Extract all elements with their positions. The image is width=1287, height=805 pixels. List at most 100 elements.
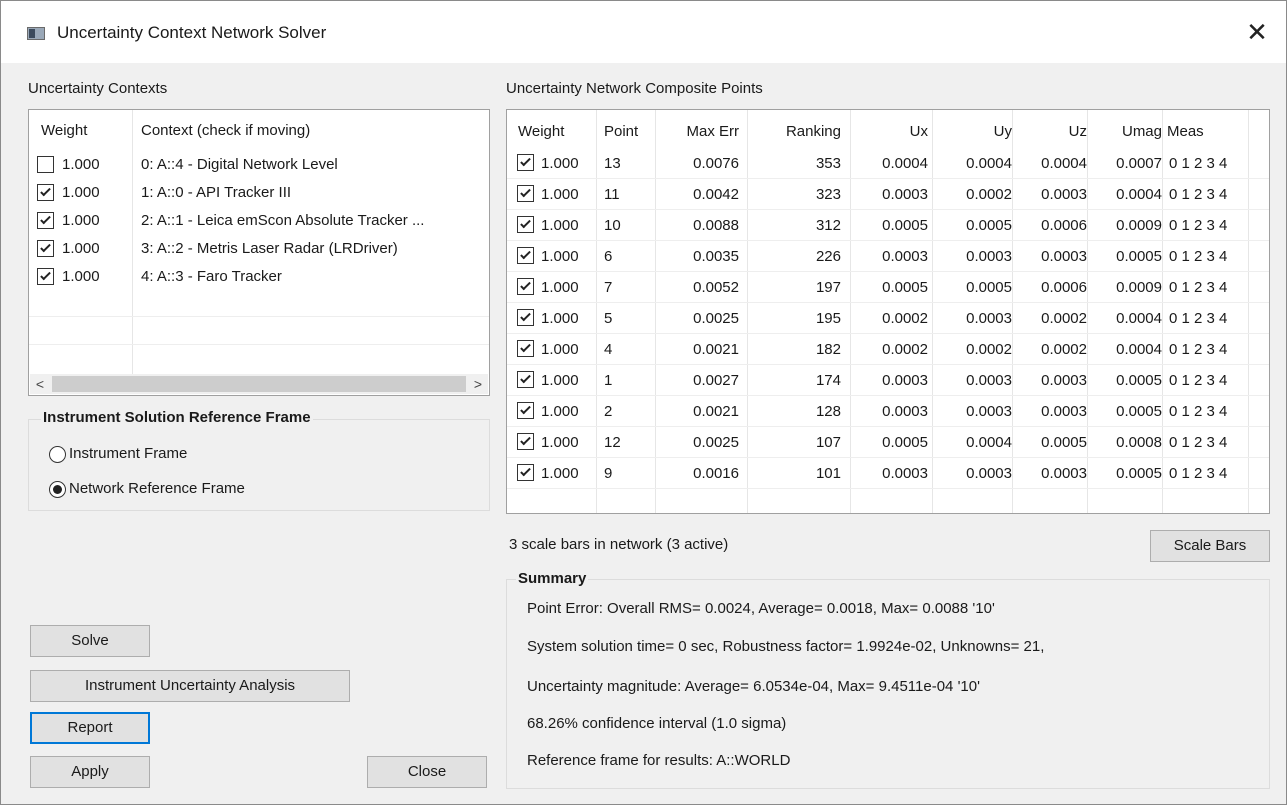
apply-button[interactable]: Apply	[30, 756, 150, 788]
context-row[interactable]: 1.000 2: A::1 - Leica emScon Absolute Tra…	[29, 206, 489, 237]
point-row[interactable]: 1.000 2 0.0021 128 0.0003 0.0003 0.0003 0.0005 0…	[507, 396, 1269, 427]
point-row[interactable]: 1.000 10 0.0088 312 0.0005 0.0005 0.0006 0.0009…	[507, 210, 1269, 241]
contexts-header-context[interactable]: Context (check if moving)	[141, 122, 310, 139]
point-include-checkbox[interactable]	[517, 402, 534, 419]
context-row[interactable]: 1.000 4: A::3 - Faro Tracker	[29, 262, 489, 293]
points-header-uz[interactable]: Uz	[1012, 123, 1087, 140]
point-id: 7	[604, 279, 613, 296]
point-ranking: 174	[815, 372, 841, 389]
scale-bars-status: 3 scale bars in network (3 active)	[509, 536, 729, 553]
points-header-meas[interactable]: Meas	[1167, 123, 1204, 140]
point-ux: 0.0003	[882, 403, 928, 420]
point-uy: 0.0003	[966, 248, 1012, 265]
point-row[interactable]: 1.000 4 0.0021 182 0.0002 0.0002 0.0002 0.0004 0…	[507, 334, 1269, 365]
context-weight: 1.000	[62, 268, 100, 285]
point-row[interactable]: 1.000 7 0.0052 197 0.0005 0.0005 0.0006 0.0009 0…	[507, 272, 1269, 303]
point-uz: 0.0005	[1041, 434, 1087, 451]
point-id: 4	[604, 341, 613, 358]
context-moving-checkbox[interactable]	[37, 212, 54, 229]
point-meas: 0 1 2 3 4	[1169, 341, 1228, 358]
point-row[interactable]: 1.000 13 0.0076 353 0.0004 0.0004 0.0004 0.0007…	[507, 148, 1269, 179]
point-ranking: 107	[815, 434, 841, 451]
point-umag: 0.0007	[1116, 155, 1162, 172]
network-reference-frame-label[interactable]: Network Reference Frame	[69, 480, 245, 497]
scale-bars-button[interactable]: Scale Bars	[1150, 530, 1270, 562]
points-header-uy[interactable]: Uy	[932, 123, 1012, 140]
context-row[interactable]: 1.000 1: A::0 - API Tracker III	[29, 178, 489, 209]
point-umag: 0.0005	[1116, 403, 1162, 420]
point-include-checkbox[interactable]	[517, 464, 534, 481]
point-row[interactable]: 1.000 1 0.0027 174 0.0003 0.0003 0.0003 0.0005 0…	[507, 365, 1269, 396]
instrument-frame-label[interactable]: Instrument Frame	[69, 445, 187, 462]
context-row[interactable]: 1.000 3: A::2 - Metris Laser Radar (LRDri…	[29, 234, 489, 265]
point-row[interactable]: 1.000 11 0.0042 323 0.0003 0.0002 0.0003 0.0004…	[507, 179, 1269, 210]
point-include-checkbox[interactable]	[517, 247, 534, 264]
point-include-checkbox[interactable]	[517, 309, 534, 326]
context-moving-checkbox[interactable]	[37, 156, 54, 173]
contexts-horizontal-scrollbar[interactable]: < >	[30, 374, 488, 394]
scroll-right-arrow-icon[interactable]: >	[468, 374, 488, 394]
point-weight: 1.000	[541, 217, 579, 234]
point-include-checkbox[interactable]	[517, 185, 534, 202]
point-id: 13	[604, 155, 621, 172]
context-moving-checkbox[interactable]	[37, 184, 54, 201]
window-title: Uncertainty Context Network Solver	[57, 23, 327, 42]
point-row[interactable]: 1.000 12 0.0025 107 0.0005 0.0004 0.0005 0.0008…	[507, 427, 1269, 458]
point-weight: 1.000	[541, 465, 579, 482]
point-ux: 0.0005	[882, 217, 928, 234]
point-row[interactable]: 1.000 6 0.0035 226 0.0003 0.0003 0.0003 0.0005 0…	[507, 241, 1269, 272]
context-moving-checkbox[interactable]	[37, 240, 54, 257]
solve-button[interactable]: Solve	[30, 625, 150, 657]
point-include-checkbox[interactable]	[517, 340, 534, 357]
points-header-ranking[interactable]: Ranking	[751, 123, 841, 140]
point-include-checkbox[interactable]	[517, 278, 534, 295]
point-uz: 0.0006	[1041, 279, 1087, 296]
point-include-checkbox[interactable]	[517, 154, 534, 171]
report-button[interactable]: Report	[30, 712, 150, 744]
network-reference-frame-radio[interactable]	[49, 481, 66, 498]
point-umag: 0.0004	[1116, 186, 1162, 203]
point-ux: 0.0002	[882, 341, 928, 358]
point-ux: 0.0003	[882, 186, 928, 203]
point-uy: 0.0002	[966, 341, 1012, 358]
close-button[interactable]: Close	[367, 756, 487, 788]
point-include-checkbox[interactable]	[517, 371, 534, 388]
points-table[interactable]: Weight Point Max Err Ranking Ux Uy Uz Um…	[506, 109, 1270, 514]
app-icon	[27, 27, 45, 40]
scrollbar-thumb[interactable]	[52, 376, 466, 392]
context-moving-checkbox[interactable]	[37, 268, 54, 285]
point-ranking: 197	[815, 279, 841, 296]
point-umag: 0.0005	[1116, 248, 1162, 265]
point-ux: 0.0003	[882, 372, 928, 389]
point-row[interactable]: 1.000 5 0.0025 195 0.0002 0.0003 0.0002 0.0004 0…	[507, 303, 1269, 334]
point-ranking: 226	[815, 248, 841, 265]
contexts-list[interactable]: Weight Context (check if moving) 1.000 0:…	[28, 109, 490, 396]
instrument-uncertainty-analysis-button[interactable]: Instrument Uncertainty Analysis	[30, 670, 350, 702]
summary-uncertainty-magnitude: Uncertainty magnitude: Average= 6.0534e-…	[527, 678, 980, 695]
point-include-checkbox[interactable]	[517, 216, 534, 233]
point-uz: 0.0004	[1041, 155, 1087, 172]
summary-solution-time: System solution time= 0 sec, Robustness …	[527, 638, 1045, 655]
points-header-weight[interactable]: Weight	[518, 123, 564, 140]
context-row[interactable]: 1.000 0: A::4 - Digital Network Level	[29, 150, 489, 181]
point-row[interactable]: 1.000 9 0.0016 101 0.0003 0.0003 0.0003 0.0005 0…	[507, 458, 1269, 489]
context-name: 1: A::0 - API Tracker III	[141, 184, 292, 201]
points-header-ux[interactable]: Ux	[852, 123, 928, 140]
instrument-frame-radio[interactable]	[49, 446, 66, 463]
summary-confidence-interval: 68.26% confidence interval (1.0 sigma)	[527, 715, 787, 732]
close-window-icon[interactable]: ✕	[1242, 17, 1272, 47]
point-weight: 1.000	[541, 434, 579, 451]
contexts-header-weight[interactable]: Weight	[41, 122, 87, 139]
point-id: 1	[604, 372, 613, 389]
scroll-left-arrow-icon[interactable]: <	[30, 374, 50, 394]
reference-frame-group-title: Instrument Solution Reference Frame	[41, 409, 313, 426]
points-header-umag[interactable]: Umag	[1087, 123, 1162, 140]
point-uy: 0.0005	[966, 279, 1012, 296]
point-max-err: 0.0035	[693, 248, 739, 265]
points-header-point[interactable]: Point	[604, 123, 638, 140]
point-uz: 0.0003	[1041, 186, 1087, 203]
points-header-max-err[interactable]: Max Err	[657, 123, 740, 140]
point-meas: 0 1 2 3 4	[1169, 279, 1228, 296]
point-include-checkbox[interactable]	[517, 433, 534, 450]
point-umag: 0.0009	[1116, 279, 1162, 296]
